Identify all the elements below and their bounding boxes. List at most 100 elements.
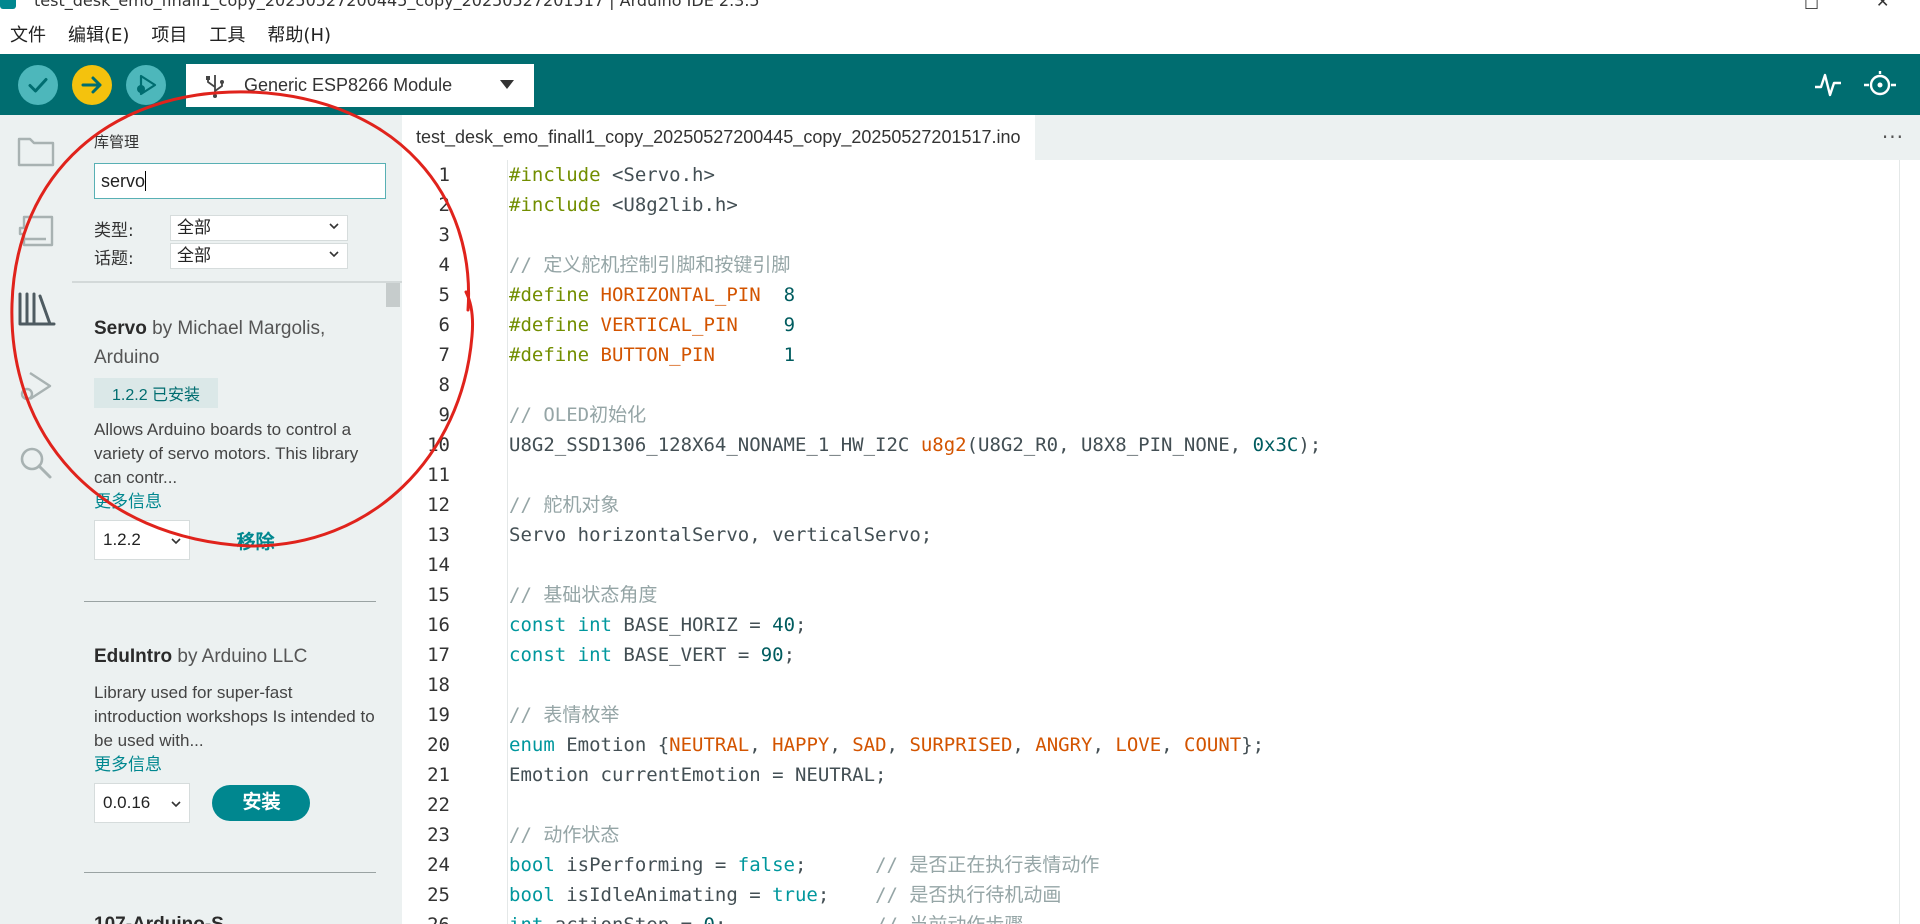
version-select[interactable]: 0.0.16	[94, 783, 190, 823]
code-token: true	[772, 884, 818, 906]
line-number-gutter: 1 2 3 4 5 6 7 8 9 10 11 12 13 14 15 16 17 18 19 20 21 22 23 24 2…	[402, 160, 472, 924]
line-number: 1	[438, 164, 450, 186]
code-line[interactable]	[509, 670, 1909, 700]
code-line[interactable]: #define BUTTON_PIN 1	[509, 340, 1909, 370]
menu-tools[interactable]: 工具	[209, 21, 245, 47]
code-token: // 舵机对象	[509, 494, 620, 516]
board-selector[interactable]: Generic ESP8266 Module	[186, 64, 534, 107]
title-bar: test_desk_emo_finall1_copy_2025052720044…	[0, 0, 1920, 14]
code-line[interactable]	[509, 460, 1909, 490]
code-line[interactable]: const int BASE_HORIZ = 40;	[509, 610, 1909, 640]
code-line[interactable]: bool isIdleAnimating = true; // 是否执行待机动画	[509, 880, 1909, 910]
code-token: bool	[509, 884, 555, 906]
code-line[interactable]: // OLED初始化	[509, 400, 1909, 430]
code-line[interactable]: // 基础状态角度	[509, 580, 1909, 610]
code-token: isPerforming =	[554, 854, 738, 876]
editor-tab[interactable]: test_desk_emo_finall1_copy_2025052720044…	[402, 115, 1035, 160]
code-line[interactable]: #include <U8g2lib.h>	[509, 190, 1909, 220]
topic-filter-select[interactable]: 全部	[170, 243, 348, 269]
chevron-down-icon	[171, 538, 181, 545]
line-number: 26	[402, 910, 472, 924]
close-icon[interactable]: ✕	[1876, 0, 1889, 11]
code-token: #define	[509, 314, 590, 336]
code-token: int	[577, 614, 612, 636]
code-token: // 定义舵机控制引脚和按键引脚	[509, 254, 791, 276]
line-number: 18	[427, 674, 450, 696]
library-card-107-arduino: 107-Arduino-S	[94, 910, 380, 924]
chevron-down-icon	[329, 251, 339, 258]
code-line[interactable]	[509, 550, 1909, 580]
code-line[interactable]: // 动作状态	[509, 820, 1909, 850]
install-button[interactable]: 安装	[212, 785, 311, 821]
code-line[interactable]: #define HORIZONTAL_PIN 8	[509, 280, 1909, 310]
menu-help[interactable]: 帮助(H)	[267, 21, 331, 47]
code-token: #include	[509, 194, 601, 216]
code-line[interactable]: enum Emotion {NEUTRAL, HAPPY, SAD, SURPR…	[509, 730, 1909, 760]
remove-button[interactable]: 移除	[236, 527, 274, 554]
code-token: // 基础状态角度	[509, 584, 658, 606]
code-token: HORIZONTAL_PIN	[600, 284, 761, 306]
code-line[interactable]: // 定义舵机控制引脚和按键引脚	[509, 250, 1909, 280]
code-line[interactable]: bool isPerforming = false; // 是否正在执行表情动作	[509, 850, 1909, 880]
code-token: 9	[783, 314, 796, 336]
code-line[interactable]	[509, 370, 1909, 400]
code-token: };	[1241, 734, 1265, 756]
maximize-icon[interactable]: □	[1804, 0, 1819, 11]
code-line[interactable]: U8G2_SSD1306_128X64_NONAME_1_HW_I2C u8g2…	[509, 430, 1909, 460]
line-number: 23	[427, 824, 450, 846]
boards-manager-button[interactable]	[14, 209, 58, 253]
line-number: 19	[427, 704, 450, 726]
editor-scrollbar-track[interactable]	[1899, 160, 1900, 924]
window-title: test_desk_emo_finall1_copy_2025052720044…	[34, 0, 760, 10]
code-line[interactable]	[509, 220, 1909, 250]
debug-icon	[137, 74, 157, 96]
code-line[interactable]: #include <Servo.h>	[509, 160, 1909, 190]
serial-monitor-icon[interactable]	[1862, 69, 1898, 101]
code-token: // 表情枚举	[509, 704, 620, 726]
code-token: isIdleAnimating =	[554, 884, 773, 906]
menu-file[interactable]: 文件	[10, 21, 46, 47]
code-editor[interactable]: 1 2 3 4 5 6 7 8 9 10 11 12 13 14 15 16 17 18 19 20 21 22 23 24 2…	[402, 160, 1920, 924]
type-filter-select[interactable]: 全部	[170, 215, 348, 241]
indent-guide	[507, 160, 508, 924]
more-info-link[interactable]: 更多信息	[94, 753, 380, 777]
board-icon	[18, 215, 54, 247]
menu-edit[interactable]: 编辑(E)	[68, 21, 129, 47]
verify-button[interactable]	[18, 65, 58, 105]
code-line[interactable]: Servo horizontalServo, verticalServo;	[509, 520, 1909, 550]
search-button[interactable]	[14, 441, 58, 485]
code-line[interactable]: const int BASE_VERT = 90;	[509, 640, 1909, 670]
more-info-link[interactable]: 更多信息	[94, 490, 380, 514]
code-token: 1	[783, 344, 796, 366]
code-line[interactable]: int actionStep = 0; // 当前动作步骤	[509, 910, 1909, 924]
code-token: SAD	[852, 734, 887, 756]
more-icon[interactable]: ···	[1882, 125, 1904, 149]
serial-plotter-icon[interactable]	[1812, 69, 1844, 101]
version-select[interactable]: 1.2.2	[94, 520, 190, 560]
code-line[interactable]: #define VERTICAL_PIN 9	[509, 310, 1909, 340]
upload-button[interactable]	[72, 65, 112, 105]
menu-sketch[interactable]: 项目	[151, 21, 187, 47]
code-token: ;	[817, 884, 876, 906]
arduino-app-icon	[0, 0, 16, 9]
library-search-input[interactable]: servo	[94, 163, 386, 199]
code-lines[interactable]: #include <Servo.h> #include <U8g2lib.h> //…	[509, 160, 1909, 924]
code-token: Emotion {	[554, 734, 670, 756]
editor-tab-bar: test_desk_emo_finall1_copy_2025052720044…	[402, 115, 1920, 160]
topic-filter-label: 话题:	[94, 248, 134, 269]
library-name: EduIntro	[94, 646, 173, 667]
line-number: 5	[438, 284, 450, 306]
code-line[interactable]: // 表情枚举	[509, 700, 1909, 730]
code-line[interactable]: // 舵机对象	[509, 490, 1909, 520]
library-manager-button[interactable]	[14, 287, 58, 331]
type-filter-value: 全部	[177, 218, 211, 238]
library-list-scrollbar[interactable]	[386, 283, 400, 307]
debug-button[interactable]	[126, 65, 166, 105]
code-line[interactable]	[509, 790, 1909, 820]
debug-panel-button[interactable]	[14, 365, 58, 409]
board-name: Generic ESP8266 Module	[244, 75, 453, 95]
code-line[interactable]: Emotion currentEmotion = NEUTRAL;	[509, 760, 1909, 790]
sketchbook-button[interactable]	[14, 129, 58, 173]
